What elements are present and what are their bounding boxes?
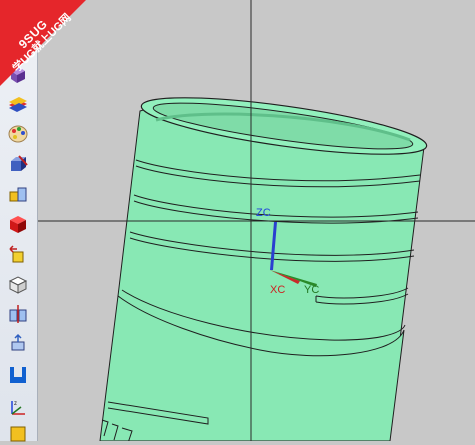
svg-text:z: z <box>14 401 17 407</box>
zc-axis-label: ZC <box>256 207 271 219</box>
left-toolbar: z <box>0 0 38 441</box>
render-style-icon[interactable] <box>6 62 30 86</box>
edit-object-display-icon[interactable] <box>6 152 30 176</box>
yc-axis-label: YC <box>304 284 320 296</box>
wcs-icon[interactable]: z <box>6 396 30 420</box>
palette-icon[interactable] <box>6 122 30 146</box>
groove-icon[interactable] <box>6 362 30 386</box>
cube-solid-icon[interactable] <box>6 212 30 236</box>
show-hide-icon[interactable] <box>6 182 30 206</box>
split-body-icon[interactable] <box>6 302 30 326</box>
more-tools-icon[interactable] <box>6 426 30 441</box>
box-icon[interactable] <box>6 272 30 296</box>
layer-color-icon[interactable] <box>6 92 30 116</box>
xc-axis-label: XC <box>270 284 286 296</box>
graphics-viewport[interactable]: ZC XC YC <box>0 0 475 441</box>
move-object-icon[interactable] <box>6 242 30 266</box>
offset-face-icon[interactable] <box>6 332 30 356</box>
